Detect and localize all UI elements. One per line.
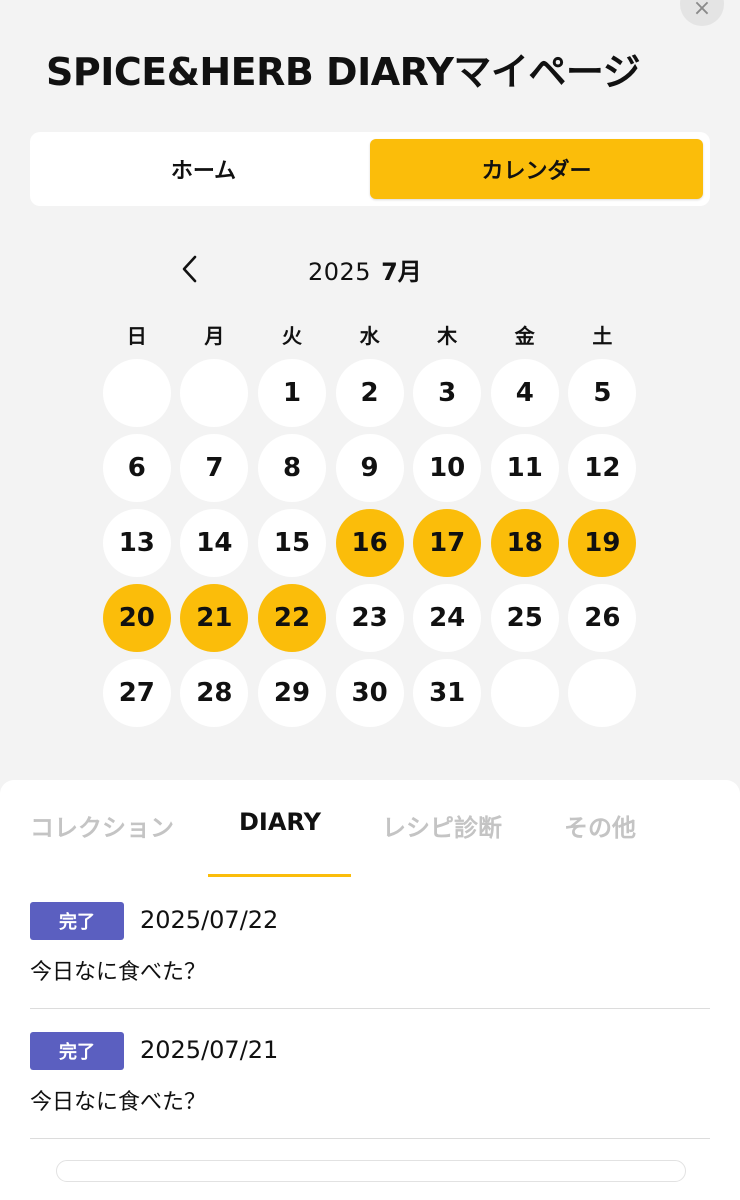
tab-recipe-diagnosis[interactable]: レシピ診断	[382, 808, 502, 843]
calendar-day-27[interactable]: 27	[102, 659, 171, 727]
weekday-sun: 日	[126, 324, 147, 348]
calendar-day-23[interactable]: 23	[335, 584, 404, 652]
view-switcher: ホーム カレンダー	[30, 132, 710, 206]
calendar-day-8[interactable]: 8	[257, 434, 326, 502]
tab-diary[interactable]: DIARY	[239, 808, 321, 836]
calendar-day-9[interactable]: 9	[335, 434, 404, 502]
calendar-day-blank	[180, 359, 249, 427]
calendar-day-24[interactable]: 24	[413, 584, 482, 652]
weekday-wed: 水	[359, 324, 380, 348]
calendar-day-3[interactable]: 3	[413, 359, 482, 427]
status-badge: 完了	[30, 1032, 124, 1070]
calendar-day-12[interactable]: 12	[568, 434, 637, 502]
weekday-header: 日 月 火 水 木 金 土	[98, 320, 641, 350]
weekday-tue: 火	[281, 324, 302, 348]
year-label: 2025	[308, 258, 372, 286]
calendar-day-4[interactable]: 4	[490, 359, 559, 427]
diary-panel: コレクション DIARY レシピ診断 その他 完了 2025/07/22 今日な…	[0, 780, 740, 1200]
calendar-day-10[interactable]: 10	[413, 434, 482, 502]
calendar-grid: 1 2 3 4 5 6 7 8 9 10 11 12 13 14 15 16 17 18 19 20 21 22 23 24 2…	[98, 359, 641, 734]
chevron-left-icon	[182, 255, 197, 283]
calendar-day-5[interactable]: 5	[568, 359, 637, 427]
entry-date: 2025/07/21	[140, 1036, 279, 1064]
weekday-sat: 土	[592, 324, 613, 348]
segment-home[interactable]: ホーム	[37, 139, 370, 199]
calendar-day-17[interactable]: 17	[413, 509, 482, 577]
tab-other[interactable]: その他	[564, 808, 636, 843]
next-card-edge	[56, 1160, 686, 1182]
calendar-day-22[interactable]: 22	[257, 584, 326, 652]
calendar-day-15[interactable]: 15	[257, 509, 326, 577]
weekday-thu: 木	[437, 324, 458, 348]
calendar-day-18[interactable]: 18	[490, 509, 559, 577]
month-name: 7月	[381, 258, 422, 286]
calendar-day-7[interactable]: 7	[180, 434, 249, 502]
close-icon: ×	[692, 0, 712, 21]
calendar-day-25[interactable]: 25	[490, 584, 559, 652]
calendar-day-1[interactable]: 1	[257, 359, 326, 427]
active-tab-indicator	[208, 874, 351, 877]
weekday-mon: 月	[204, 324, 225, 348]
calendar-day-6[interactable]: 6	[102, 434, 171, 502]
prev-month-button[interactable]	[170, 244, 210, 294]
month-navigation: 2025 7月	[170, 244, 570, 294]
diary-entry[interactable]: 完了 2025/07/22 今日なに食べた？	[30, 902, 710, 1009]
calendar-day-blank	[568, 659, 637, 727]
weekday-fri: 金	[514, 324, 535, 348]
calendar-day-26[interactable]: 26	[568, 584, 637, 652]
entry-text: 今日なに食べた？	[30, 1090, 207, 1115]
diary-entry[interactable]: 完了 2025/07/21 今日なに食べた？	[30, 1032, 710, 1139]
calendar-day-11[interactable]: 11	[490, 434, 559, 502]
close-button[interactable]: ×	[680, 0, 724, 26]
calendar-day-31[interactable]: 31	[413, 659, 482, 727]
calendar-day-blank	[490, 659, 559, 727]
entry-text: 今日なに食べた？	[30, 960, 207, 985]
calendar-day-14[interactable]: 14	[180, 509, 249, 577]
month-label: 2025 7月	[308, 252, 422, 287]
content-tabs: コレクション DIARY レシピ診断 その他	[0, 780, 740, 878]
status-badge: 完了	[30, 902, 124, 940]
segment-calendar[interactable]: カレンダー	[370, 139, 703, 199]
calendar-day-blank	[102, 359, 171, 427]
page-title: SPICE&HERB DIARYマイページ	[46, 50, 641, 94]
calendar-day-21[interactable]: 21	[180, 584, 249, 652]
entry-date: 2025/07/22	[140, 906, 279, 934]
calendar-day-30[interactable]: 30	[335, 659, 404, 727]
calendar-day-29[interactable]: 29	[257, 659, 326, 727]
calendar-day-19[interactable]: 19	[568, 509, 637, 577]
calendar-day-13[interactable]: 13	[102, 509, 171, 577]
calendar-day-28[interactable]: 28	[180, 659, 249, 727]
calendar-day-20[interactable]: 20	[102, 584, 171, 652]
tab-collection[interactable]: コレクション	[30, 808, 174, 843]
calendar-day-16[interactable]: 16	[335, 509, 404, 577]
calendar-day-2[interactable]: 2	[335, 359, 404, 427]
